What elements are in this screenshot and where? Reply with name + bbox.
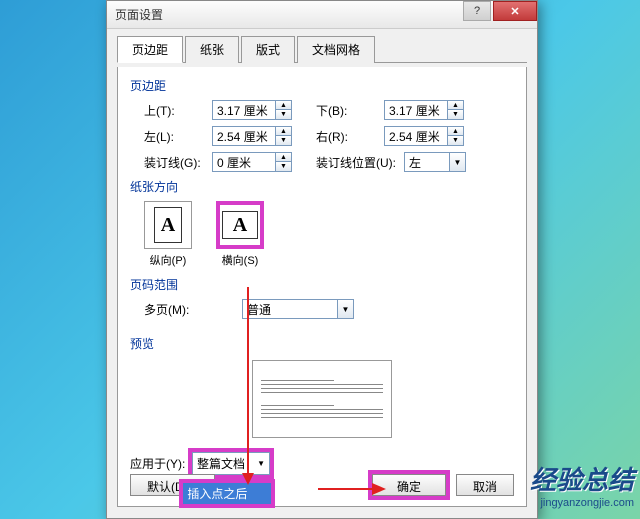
tab-paper[interactable]: 纸张 — [185, 36, 239, 63]
down-icon[interactable]: ▼ — [276, 136, 291, 145]
pages-group: 页码范围 — [130, 276, 514, 293]
top-spinner[interactable]: ▲▼ — [212, 100, 292, 120]
chevron-down-icon[interactable]: ▼ — [449, 153, 465, 171]
up-icon[interactable]: ▲ — [276, 127, 291, 136]
tab-grid[interactable]: 文档网格 — [297, 36, 375, 63]
landscape-icon: A — [222, 211, 258, 239]
portrait-icon: A — [154, 207, 182, 243]
bottom-spinner[interactable]: ▲▼ — [384, 100, 464, 120]
left-input[interactable] — [213, 127, 275, 145]
apply-dropdown[interactable]: 整篇文档 ▼ — [192, 452, 270, 475]
margins-group: 页边距 — [130, 77, 514, 94]
chevron-down-icon[interactable]: ▼ — [257, 459, 265, 468]
orientation-landscape[interactable]: A 横向(S) — [216, 201, 264, 268]
tab-strip: 页边距 纸张 版式 文档网格 — [117, 35, 527, 63]
help-button[interactable]: ? — [463, 1, 491, 21]
multi-dropdown[interactable]: 普通 ▼ — [242, 299, 354, 319]
down-icon[interactable]: ▼ — [448, 110, 463, 119]
apply-selected: 整篇文档 — [197, 455, 245, 472]
top-label: 上(T): — [144, 102, 212, 119]
down-icon[interactable]: ▼ — [276, 110, 291, 119]
up-icon[interactable]: ▲ — [276, 101, 291, 110]
dialog-title: 页面设置 — [115, 6, 163, 23]
bottom-label: 下(B): — [316, 102, 384, 119]
gutter-pos-dropdown[interactable]: 左 ▼ — [404, 152, 466, 172]
chevron-down-icon[interactable]: ▼ — [337, 300, 353, 318]
orientation-group: 纸张方向 — [130, 178, 514, 195]
apply-label: 应用于(Y): — [130, 455, 192, 472]
tab-content: 页边距 上(T): ▲▼ 下(B): ▲▼ — [117, 67, 527, 507]
left-label: 左(L): — [144, 128, 212, 145]
watermark-text: 经验总结 — [530, 460, 634, 497]
tab-margins[interactable]: 页边距 — [117, 36, 183, 63]
gutter-input[interactable] — [213, 153, 275, 171]
preview-group: 预览 — [130, 335, 514, 352]
right-spinner[interactable]: ▲▼ — [384, 126, 464, 146]
right-input[interactable] — [385, 127, 447, 145]
landscape-label: 横向(S) — [216, 252, 264, 268]
multi-value: 普通 — [243, 301, 337, 318]
multi-label: 多页(M): — [144, 301, 212, 318]
up-icon[interactable]: ▲ — [448, 127, 463, 136]
cancel-button[interactable]: 取消 — [456, 474, 514, 496]
bottom-input[interactable] — [385, 101, 447, 119]
tab-layout[interactable]: 版式 — [241, 36, 295, 63]
orientation-portrait[interactable]: A 纵向(P) — [144, 201, 192, 268]
gutter-spinner[interactable]: ▲▼ — [212, 152, 292, 172]
gutter-label: 装订线(G): — [144, 154, 212, 171]
left-spinner[interactable]: ▲▼ — [212, 126, 292, 146]
close-button[interactable]: ✕ — [493, 1, 537, 21]
down-icon[interactable]: ▼ — [276, 162, 291, 171]
down-icon[interactable]: ▼ — [448, 136, 463, 145]
gutter-pos-value: 左 — [405, 154, 449, 171]
watermark: 经验总结 jingyanzongjie.com — [530, 460, 634, 509]
preview-thumbnail — [252, 360, 392, 438]
ok-button[interactable]: 确定 — [372, 474, 446, 496]
right-label: 右(R): — [316, 128, 384, 145]
titlebar[interactable]: 页面设置 ? ✕ — [107, 1, 537, 29]
portrait-label: 纵向(P) — [144, 252, 192, 268]
top-input[interactable] — [213, 101, 275, 119]
apply-option-after[interactable]: 插入点之后 — [183, 483, 271, 504]
watermark-url: jingyanzongjie.com — [530, 497, 634, 509]
up-icon[interactable]: ▲ — [276, 153, 291, 162]
gutter-pos-label: 装订线位置(U): — [316, 154, 404, 171]
up-icon[interactable]: ▲ — [448, 101, 463, 110]
page-setup-dialog: 页面设置 ? ✕ 页边距 纸张 版式 文档网格 页边距 上(T): ▲▼ — [106, 0, 538, 519]
